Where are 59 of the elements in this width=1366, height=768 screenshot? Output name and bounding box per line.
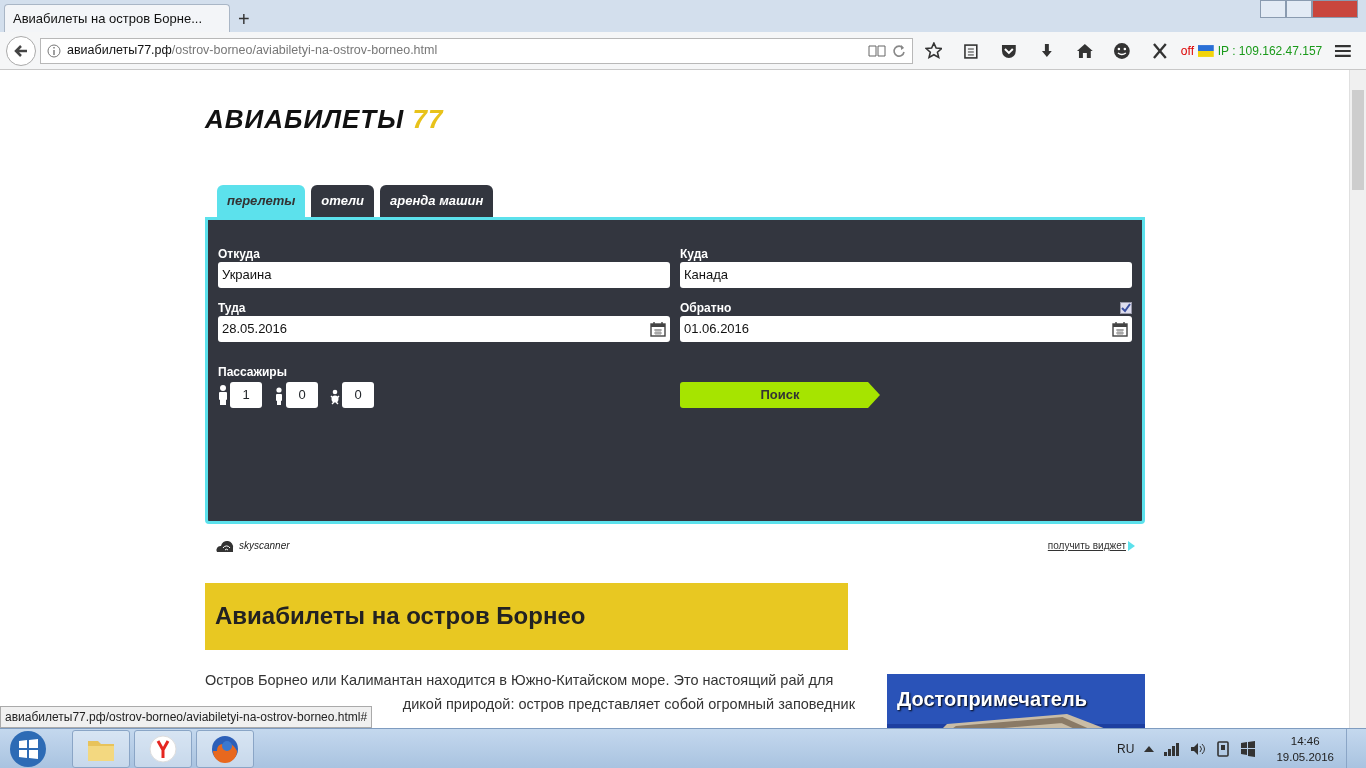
- status-link-preview: авиабилеты77.рф/ostrov-borneo/aviabiletyi-na-ostrov-borneo.html#: [0, 706, 373, 728]
- field-label: Откуда: [218, 246, 260, 263]
- tab[interactable]: аренда машин: [380, 185, 494, 217]
- triangle-icon: [1128, 540, 1135, 551]
- paragraph-line: Остров Борнео или Калимантан находится в Южно-Китайском море. Это настоящий рай для: [205, 671, 835, 690]
- windows-flag-icon[interactable]: [1240, 740, 1257, 757]
- up-caret-icon[interactable]: [1144, 744, 1155, 753]
- return-checkbox[interactable]: [1120, 302, 1132, 314]
- device-icon[interactable]: [1216, 740, 1231, 757]
- search-button[interactable]: Поиск: [680, 382, 880, 408]
- tab[interactable]: отели: [311, 185, 375, 217]
- passenger-count-field[interactable]: 0: [342, 382, 374, 408]
- date-field[interactable]: 01.06.2016: [680, 316, 1132, 342]
- x-mark-icon[interactable]: [1151, 41, 1169, 60]
- cloud-icon: [215, 539, 235, 552]
- back-arrow-icon: [13, 42, 29, 59]
- speaker-icon[interactable]: [1190, 741, 1207, 756]
- check-icon: [1121, 303, 1131, 313]
- article-heading: Авиабилеты на остров Борнео: [205, 583, 848, 650]
- ip-address: IP : 109.162.47.157: [1217, 42, 1323, 60]
- scrollbar[interactable]: [1349, 70, 1366, 728]
- calendar-icon[interactable]: [1112, 321, 1128, 337]
- back-button[interactable]: [6, 35, 36, 66]
- tab[interactable]: перелеты: [217, 185, 306, 217]
- bookmark-star-icon[interactable]: [924, 41, 943, 60]
- new-tab-button[interactable]: +: [230, 6, 258, 32]
- input-field[interactable]: Украина: [218, 262, 670, 288]
- paragraph-line: дикой природой: остров представляет собой огромный заповедник: [401, 695, 855, 714]
- reload-icon[interactable]: [891, 43, 906, 58]
- language-indicator[interactable]: RU: [1117, 739, 1135, 758]
- reader-view-icon[interactable]: [867, 43, 886, 58]
- clipboard-icon[interactable]: [962, 41, 981, 60]
- home-icon[interactable]: [1075, 41, 1094, 60]
- flag-icon: [1198, 44, 1214, 57]
- browser-tab[interactable]: Авиабилеты на остров Борне...: [4, 4, 230, 32]
- field-label: Туда: [218, 300, 246, 317]
- menu-icon[interactable]: [1334, 42, 1353, 59]
- smiley-icon[interactable]: [1113, 41, 1132, 60]
- y-letter-icon: [147, 732, 179, 765]
- passenger-count-field[interactable]: 0: [286, 382, 318, 408]
- field-label: Обратно: [680, 300, 732, 317]
- date-field[interactable]: 28.05.2016: [218, 316, 670, 342]
- site-logo[interactable]: АВИАБИЛЕТЫ 77: [205, 100, 1145, 130]
- adult-passenger-icon: [218, 385, 228, 405]
- addon-status[interactable]: off: [1180, 41, 1194, 60]
- field-label: Пассажиры: [218, 364, 287, 381]
- field-label: Куда: [680, 246, 708, 263]
- taskbar-app-button[interactable]: [134, 729, 192, 768]
- child-passenger-icon: [274, 385, 284, 405]
- info-icon: [47, 43, 61, 58]
- clock[interactable]: 14:46 19.05.2016: [1276, 732, 1334, 765]
- provider-logo[interactable]: skyscanner: [215, 538, 290, 553]
- calendar-icon[interactable]: [650, 321, 666, 337]
- signal-icon[interactable]: [1164, 741, 1181, 756]
- get-widget-link[interactable]: получить виджет: [1047, 538, 1135, 553]
- start-button-icon[interactable]: [8, 728, 48, 768]
- taskbar-app-button[interactable]: [196, 729, 254, 768]
- passenger-count-field[interactable]: 1: [230, 382, 262, 408]
- input-field[interactable]: Канада: [680, 262, 1132, 288]
